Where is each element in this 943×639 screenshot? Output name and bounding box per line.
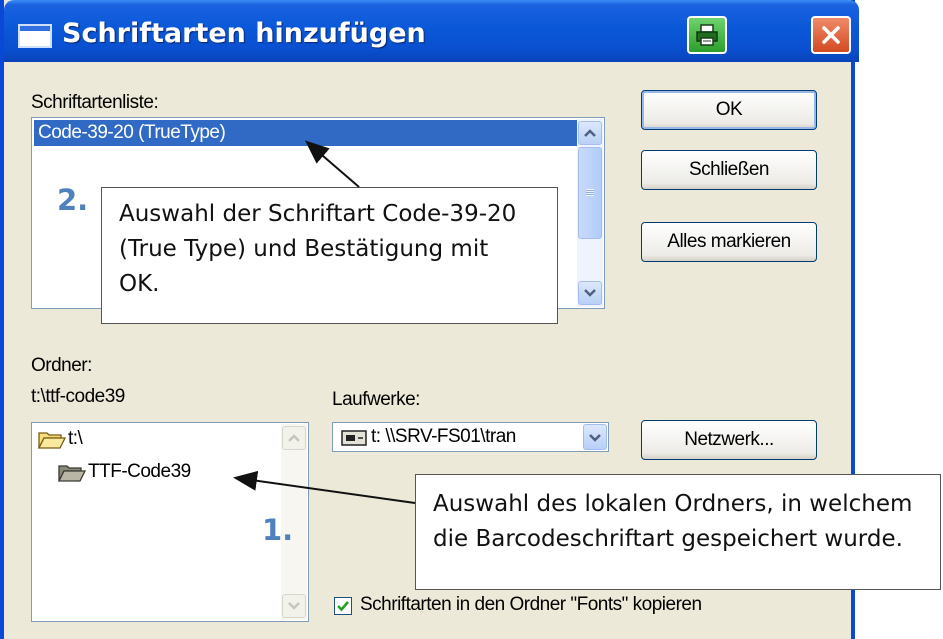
arrow-to-font-item	[304, 140, 360, 188]
arrow-to-folder-item	[233, 470, 416, 504]
annotation-arrows	[233, 140, 416, 504]
